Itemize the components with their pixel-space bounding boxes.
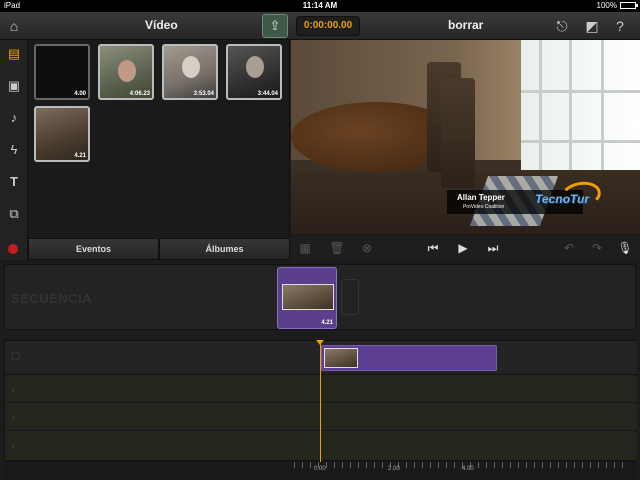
home-icon[interactable]: ⌂: [4, 16, 24, 36]
clip-duration: 4:06.23: [129, 91, 150, 97]
undo-icon[interactable]: ↶: [559, 238, 579, 258]
music-note-icon: ♪: [11, 412, 16, 423]
play-icon[interactable]: ▶: [453, 238, 473, 258]
preview-viewer[interactable]: Allan Tepper ProVideo Coalition TecnoTur: [291, 40, 640, 234]
battery-indicator: 100%: [596, 1, 638, 10]
lower-third-subtitle: ProVideo Coalition: [463, 204, 505, 210]
library-clip[interactable]: 4:06.23: [98, 44, 154, 100]
timecode-display[interactable]: 0:00:00.00: [296, 16, 360, 36]
sequence-strip: SECUENCIA 4.21 ›: [4, 264, 636, 330]
library-clip[interactable]: 4.21: [34, 106, 90, 162]
skip-forward-icon[interactable]: ⏭: [483, 238, 503, 258]
media-type-sidebar: ▤ ▣ ♪ ϟ T ⧉: [0, 40, 28, 260]
sequence-label: SECUENCIA: [11, 291, 93, 306]
record-button[interactable]: [8, 244, 18, 254]
clip-duration: 3:53.04: [193, 91, 214, 97]
audio-track: ♪: [5, 432, 637, 461]
sequence-next-placeholder: ›: [341, 279, 359, 315]
status-bar: iPad 11:14 AM 100%: [0, 0, 640, 12]
tecnotur-logo: TecnoTur: [535, 192, 590, 206]
settings-icon[interactable]: ◩: [582, 16, 602, 36]
film-strip-icon[interactable]: ▦: [295, 238, 315, 258]
music-note-icon: ♪: [11, 440, 16, 451]
film-icon[interactable]: ▤: [4, 44, 24, 64]
sequence-clip[interactable]: 4.21: [277, 267, 337, 329]
project-title: borrar: [448, 18, 484, 32]
audio-track: ♪: [5, 404, 637, 431]
tab-eventos[interactable]: Eventos: [28, 238, 159, 260]
music-icon[interactable]: ♪: [4, 108, 24, 128]
photo-icon[interactable]: ▣: [4, 76, 24, 96]
redo-icon[interactable]: ↷: [587, 238, 607, 258]
link-icon[interactable]: ⊗: [357, 238, 377, 258]
lightning-icon[interactable]: ϟ: [4, 140, 24, 160]
lower-third-name: Allan Tepper: [457, 193, 505, 202]
help-icon[interactable]: ?: [610, 16, 630, 36]
tab-albumes[interactable]: Álbumes: [159, 238, 290, 260]
microphone-icon[interactable]: 🎙: [615, 238, 635, 258]
library-clip[interactable]: 3:44.04: [226, 44, 282, 100]
playhead[interactable]: [320, 340, 321, 462]
media-library: 4.00 4:06.23 3:53.04 3:44.04 4.21: [28, 40, 290, 236]
audio-track: ♪: [5, 376, 637, 403]
battery-icon: [620, 2, 638, 9]
time-ruler[interactable]: 0.00 2.00 4.00: [4, 462, 636, 480]
library-clip[interactable]: 4.00: [34, 44, 90, 100]
trash-icon[interactable]: 🗑: [327, 238, 347, 258]
transport-bar: ▦ 🗑 ⊗ ⏮ ▶ ⏭ ↶ ↷ 🎙: [291, 236, 640, 260]
ruler-label: 2.00: [388, 466, 400, 472]
ruler-label: 4.00: [462, 466, 474, 472]
text-icon[interactable]: T: [4, 172, 24, 192]
clip-duration: 4.00: [74, 91, 86, 97]
timeline-clip[interactable]: [321, 345, 497, 371]
library-clip[interactable]: 3:53.04: [162, 44, 218, 100]
video-track: ▢: [5, 341, 637, 375]
sequence-clip-duration: 4.21: [321, 320, 333, 326]
music-note-icon: ♪: [11, 384, 16, 395]
export-icon[interactable]: ⎋: [552, 16, 572, 36]
video-track-icon: ▢: [11, 351, 21, 362]
import-share-button[interactable]: ⇪: [262, 14, 288, 38]
section-title: Vídeo: [145, 18, 178, 32]
skip-back-icon[interactable]: ⏮: [423, 238, 443, 258]
top-toolbar: ⌂ Vídeo ⇪ 0:00:00.00 borrar ⎋ ◩ ?: [0, 12, 640, 40]
ruler-label: 0.00: [314, 466, 326, 472]
clip-duration: 4.21: [74, 153, 86, 159]
layers-icon[interactable]: ⧉: [4, 204, 24, 224]
playhead-handle[interactable]: [316, 340, 324, 345]
battery-label: 100%: [596, 1, 617, 10]
status-clock: 11:14 AM: [302, 1, 338, 10]
library-tabs: Eventos Álbumes: [28, 238, 290, 260]
clip-duration: 3:44.04: [257, 91, 278, 97]
